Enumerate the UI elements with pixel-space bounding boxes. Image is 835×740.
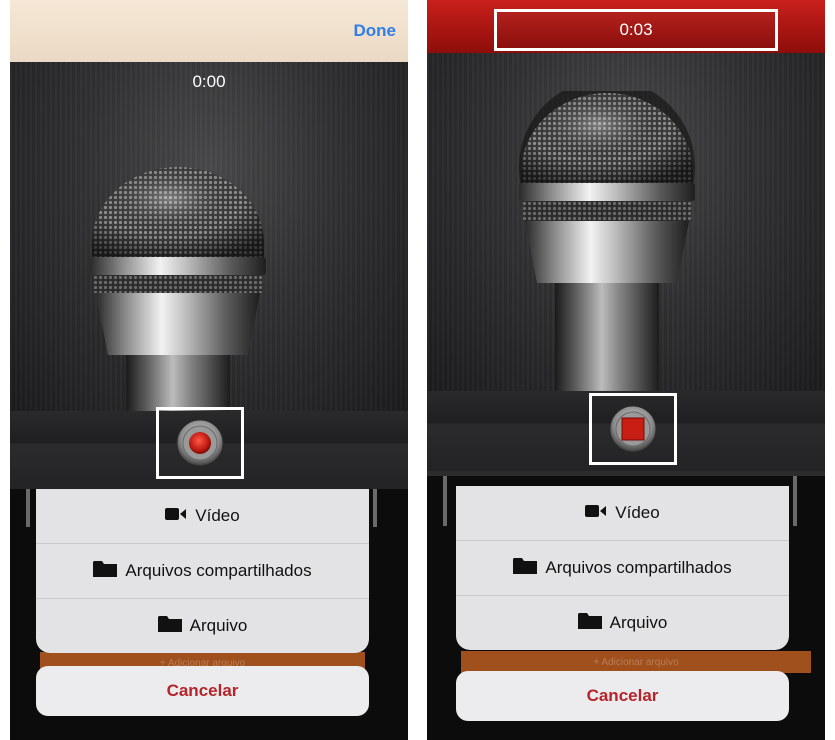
video-camera-icon bbox=[165, 506, 187, 526]
action-sheet: Vídeo Arquivos compartilhados Arquivo bbox=[456, 486, 789, 650]
sheet-item-shared-files[interactable]: Arquivos compartilhados bbox=[456, 541, 789, 596]
sheet-item-shared-files[interactable]: Arquivos compartilhados bbox=[36, 544, 369, 599]
right-screen: 0:03 + Adicionar arquivo Vídeo Arquivos … bbox=[427, 0, 825, 740]
sheet-item-label: Arquivo bbox=[609, 613, 668, 632]
cancel-button[interactable]: Cancelar bbox=[36, 666, 369, 716]
stop-button[interactable] bbox=[589, 393, 677, 465]
record-button[interactable] bbox=[156, 407, 244, 479]
sheet-item-label: Vídeo bbox=[615, 503, 660, 522]
sheet-item-label: Arquivo bbox=[189, 616, 248, 635]
action-sheet-overlay: + Adicionar arquivo Vídeo Arquivos compa… bbox=[10, 489, 408, 740]
stop-icon bbox=[609, 405, 657, 453]
folder-icon bbox=[577, 612, 602, 635]
microphone-stage bbox=[427, 53, 825, 391]
recording-timer: 0:03 bbox=[494, 9, 778, 51]
sheet-item-video[interactable]: Vídeo bbox=[36, 489, 369, 544]
add-file-bar: + Adicionar arquivo bbox=[461, 651, 811, 673]
sheet-item-label: Arquivos compartilhados bbox=[125, 561, 312, 580]
microphone-icon bbox=[519, 91, 695, 391]
elapsed-time-label: 0:00 bbox=[192, 72, 226, 91]
folder-icon bbox=[513, 557, 538, 580]
navigation-bar: Done bbox=[10, 0, 408, 62]
sheet-item-file[interactable]: Arquivo bbox=[36, 599, 369, 653]
cancel-button[interactable]: Cancelar bbox=[456, 671, 789, 721]
folder-icon bbox=[157, 615, 182, 638]
left-screen: Done 0:00 + Adicionar arquivo Vídeo Arqu… bbox=[10, 0, 408, 740]
record-control-strip bbox=[427, 391, 825, 471]
done-button[interactable]: Done bbox=[354, 21, 397, 41]
folder-icon bbox=[93, 560, 118, 583]
sheet-item-file[interactable]: Arquivo bbox=[456, 596, 789, 650]
action-sheet-overlay: + Adicionar arquivo Vídeo Arquivos compa… bbox=[427, 476, 825, 740]
sheet-item-video[interactable]: Vídeo bbox=[456, 486, 789, 541]
recording-status-bar: 0:03 bbox=[427, 0, 825, 53]
microphone-icon bbox=[90, 167, 266, 411]
sheet-item-label: Arquivos compartilhados bbox=[545, 558, 732, 577]
action-sheet: Vídeo Arquivos compartilhados Arquivo bbox=[36, 489, 369, 653]
sheet-item-label: Vídeo bbox=[195, 506, 240, 525]
record-control-strip bbox=[10, 407, 408, 491]
microphone-stage: 0:00 bbox=[10, 62, 408, 411]
record-icon bbox=[176, 419, 224, 467]
video-camera-icon bbox=[585, 503, 607, 523]
